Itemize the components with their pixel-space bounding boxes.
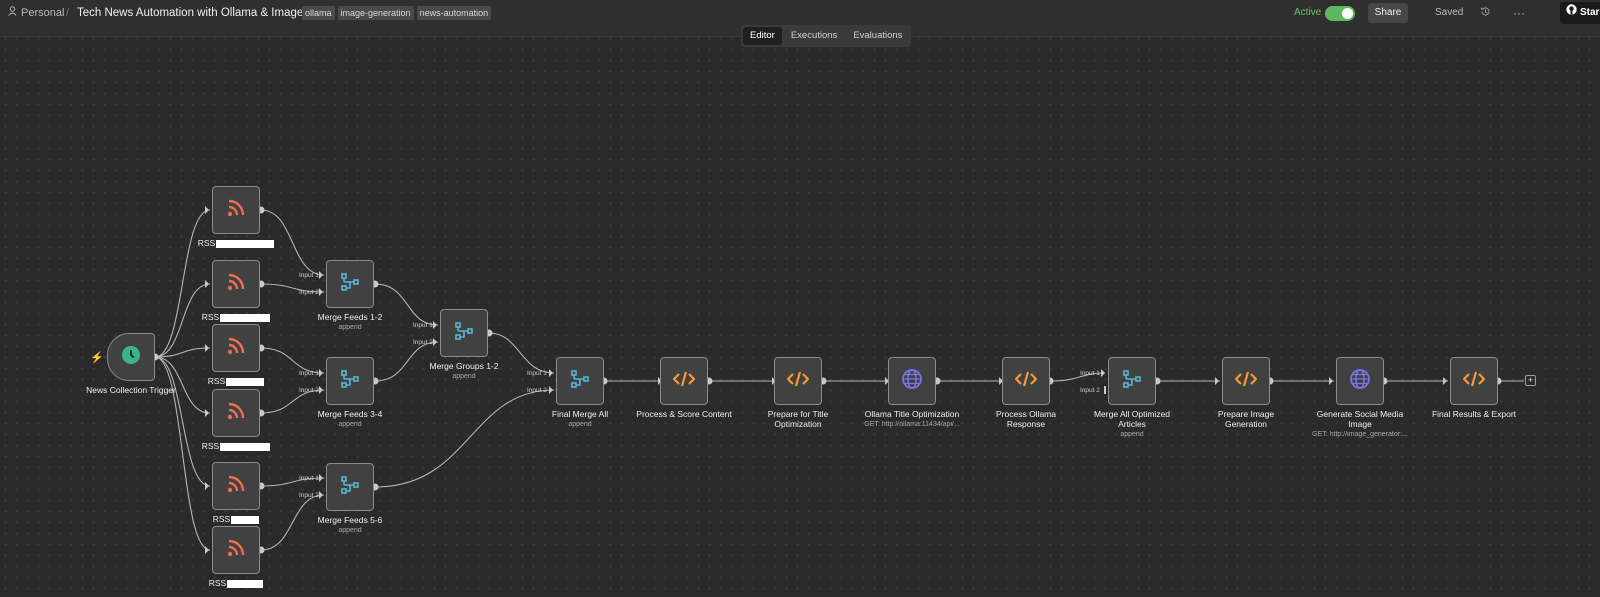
node-label-prepare-image: Prepare Image Generation	[1217, 409, 1275, 429]
add-node-plus-icon[interactable]: +	[1525, 375, 1536, 386]
code-icon	[1234, 371, 1258, 392]
node-final-merge-all[interactable]	[556, 357, 604, 405]
node-label-merge-feeds-1-2: Merge Feeds 1-2	[317, 312, 383, 322]
rss-label: RSS	[207, 376, 226, 386]
node-sub-ollama: GET: http://ollama:11434/api/...	[864, 421, 960, 428]
rss-icon	[226, 272, 246, 297]
merge-icon	[339, 271, 361, 298]
code-icon	[1014, 371, 1038, 392]
node-generate-social-image[interactable]	[1336, 357, 1384, 405]
node-label-prepare-title: Prepare for Title Optimization	[767, 409, 829, 429]
node-process-ollama-response[interactable]	[1002, 357, 1050, 405]
input-label: Input 2	[299, 387, 319, 394]
node-merge-all-optimized[interactable]	[1108, 357, 1156, 405]
input-label: Input 1	[299, 272, 319, 279]
rss-label: RSS	[212, 514, 231, 524]
node-sub-merge-groups-1-2: append	[452, 373, 476, 380]
code-icon	[1462, 371, 1486, 392]
rss-icon	[226, 336, 246, 361]
node-rss-6[interactable]	[212, 526, 260, 574]
node-merge-feeds-5-6[interactable]	[326, 463, 374, 511]
redacted-block	[216, 239, 275, 248]
rss-label: RSS	[197, 238, 216, 248]
node-label-generate-image: Generate Social Media Image	[1316, 409, 1404, 429]
globe-icon	[1349, 368, 1371, 395]
node-merge-groups-1-2[interactable]	[440, 309, 488, 357]
node-rss-3[interactable]	[212, 324, 260, 372]
node-merge-feeds-1-2[interactable]	[326, 260, 374, 308]
input-label: Input 2	[299, 289, 319, 296]
trigger-bolt-icon: ⚡	[90, 352, 104, 364]
node-sub-merge-feeds-5-6: append	[338, 527, 362, 534]
rss-icon	[226, 474, 246, 499]
node-ollama-title-optimization[interactable]	[888, 357, 936, 405]
merge-icon	[569, 368, 591, 395]
node-sub-merge-feeds-3-4: append	[338, 421, 362, 428]
rss-icon	[226, 401, 246, 426]
node-sub-final-merge-all: append	[568, 421, 592, 428]
edge-m56-final	[374, 389, 555, 488]
redacted-block	[220, 313, 271, 322]
node-merge-feeds-3-4[interactable]	[326, 357, 374, 405]
input-label: Input 2	[299, 492, 319, 499]
globe-icon	[901, 368, 923, 395]
input-label: Input 2	[527, 387, 547, 394]
node-sub-generate-image: GET: http://image_generator:...	[1312, 431, 1408, 438]
input-label: Input 1	[299, 475, 319, 482]
node-news-collection-trigger[interactable]	[107, 333, 155, 381]
merge-icon	[1121, 368, 1143, 395]
edge-trigger-rss1	[154, 209, 211, 358]
node-label-rss-3: RSS	[166, 376, 306, 386]
input-label: Input 2	[1080, 387, 1100, 394]
node-prepare-title-optimization[interactable]	[774, 357, 822, 405]
input-label: Input 1	[1080, 370, 1100, 377]
code-icon	[672, 371, 696, 392]
node-rss-4[interactable]	[212, 389, 260, 437]
node-label-final-results: Final Results & Export	[1431, 409, 1517, 419]
node-label-process-score: Process & Score Content	[636, 409, 732, 419]
node-label-process-ollama: Process Ollama Response	[996, 409, 1056, 429]
rss-label: RSS	[208, 578, 227, 588]
merge-icon	[453, 320, 475, 347]
redacted-block	[231, 515, 260, 524]
node-label-merge-optimized: Merge All Optimized Articles	[1093, 409, 1171, 429]
clock-icon	[121, 345, 141, 370]
node-final-results-export[interactable]	[1450, 357, 1498, 405]
node-sub-merge-feeds-1-2: append	[338, 324, 362, 331]
node-process-score-content[interactable]	[660, 357, 708, 405]
node-label-merge-groups-1-2: Merge Groups 1-2	[429, 361, 499, 371]
node-label-rss-6: RSS	[166, 578, 306, 588]
node-rss-1[interactable]	[212, 186, 260, 234]
merge-icon	[339, 368, 361, 395]
node-label-ollama: Ollama Title Optimization	[864, 409, 960, 419]
node-label-rss-4: RSS	[166, 441, 306, 451]
node-rss-5[interactable]	[212, 462, 260, 510]
rss-icon	[226, 538, 246, 563]
redacted-block	[220, 442, 271, 451]
node-prepare-image-generation[interactable]	[1222, 357, 1270, 405]
rss-icon	[226, 198, 246, 223]
input-label: Input 2	[413, 339, 433, 346]
code-icon	[786, 371, 810, 392]
redacted-block	[226, 377, 265, 386]
node-label-merge-feeds-5-6: Merge Feeds 5-6	[317, 515, 383, 525]
redacted-block	[227, 579, 264, 588]
merge-icon	[339, 474, 361, 501]
rss-label: RSS	[201, 441, 220, 451]
node-label-merge-feeds-3-4: Merge Feeds 3-4	[317, 409, 383, 419]
rss-label: RSS	[201, 312, 220, 322]
node-label-rss-1: RSS	[166, 238, 306, 248]
node-label-trigger: News Collection Trigger	[86, 385, 176, 395]
node-sub-merge-optimized: append	[1120, 431, 1144, 438]
node-rss-2[interactable]	[212, 260, 260, 308]
